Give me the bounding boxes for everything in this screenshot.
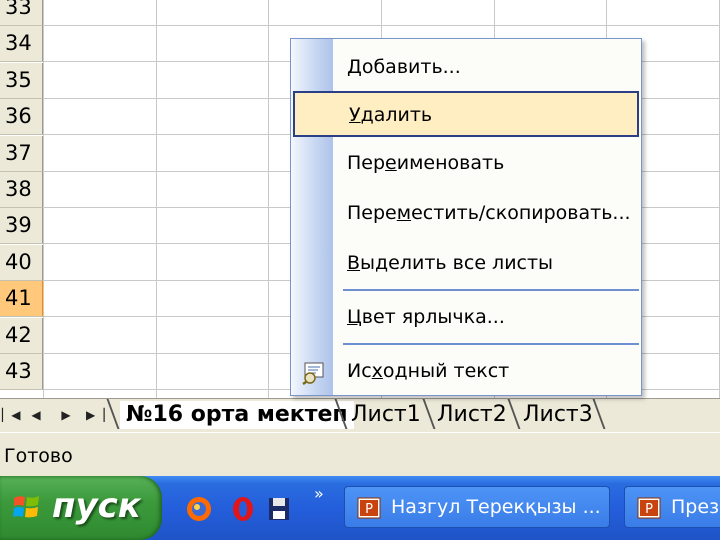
powerpoint-icon: P: [637, 497, 661, 519]
menu-item-add[interactable]: Добавить...: [293, 45, 639, 91]
row-header[interactable]: 41: [0, 281, 43, 318]
row-header[interactable]: 36: [0, 99, 43, 136]
save-disk-icon[interactable]: [266, 496, 292, 522]
menu-item-label: Удалить: [349, 104, 433, 126]
menu-item-label: Переименовать: [347, 152, 505, 174]
menu-item-label: Цвет ярлычка...: [347, 306, 505, 328]
status-text: Готово: [4, 445, 73, 467]
menu-separator: [343, 343, 639, 345]
row-header[interactable]: 34: [0, 26, 43, 63]
prev-sheet-nav-icon[interactable]: ◀: [28, 405, 44, 425]
sheet-row[interactable]: 33: [0, 0, 720, 26]
quick-launch-chevron-icon[interactable]: »: [314, 484, 324, 503]
svg-text:P: P: [645, 502, 653, 517]
tab-sheet-3[interactable]: Лист3: [517, 401, 599, 429]
row-header[interactable]: 38: [0, 172, 43, 208]
view-code-icon: [302, 362, 324, 385]
firefox-icon[interactable]: [186, 496, 212, 522]
row-header[interactable]: 35: [0, 62, 43, 99]
menu-item-label: Исходный текст: [347, 360, 510, 382]
row-header[interactable]: 37: [0, 135, 43, 172]
row-header[interactable]: 42: [0, 317, 43, 354]
tab-sheet-1[interactable]: Лист1: [345, 401, 427, 429]
status-bar: Готово: [0, 432, 720, 476]
taskbar-button-1-label: Назгул Терекқызы ...: [391, 496, 601, 518]
powerpoint-icon: P: [357, 497, 381, 519]
tab-sheet-active[interactable]: №16 орта мектеп: [120, 401, 354, 429]
row-header[interactable]: 40: [0, 244, 43, 281]
menu-item-label: Добавить...: [347, 56, 461, 78]
menu-separator: [343, 289, 639, 291]
last-sheet-nav-icon[interactable]: ▶▕: [86, 405, 104, 425]
sheet-tab-bar: ▏◀ ◀ ▶ ▶▕ №16 орта мектеп Лист1 Лист2 Ли…: [0, 398, 720, 432]
start-button[interactable]: пуск: [0, 476, 162, 540]
menu-item-select-all-sheets[interactable]: Выделить все листы: [293, 241, 639, 287]
menu-item-label: Переместить/скопировать...: [347, 202, 631, 224]
taskbar-button-2-label: Презе: [671, 496, 720, 518]
start-label: пуск: [52, 486, 141, 526]
taskbar-button-1[interactable]: P Назгул Терекқызы ...: [344, 486, 610, 528]
taskbar-button-2[interactable]: P Презе: [624, 486, 720, 528]
row-header[interactable]: 43: [0, 354, 43, 390]
menu-item-tab-color[interactable]: Цвет ярлычка...: [293, 295, 639, 341]
menu-item-delete[interactable]: Удалить: [293, 91, 639, 137]
next-sheet-nav-icon[interactable]: ▶: [58, 405, 74, 425]
row-header[interactable]: 33: [0, 0, 43, 26]
taskbar: пуск » P Назгул Терекқызы ... P Презе: [0, 476, 720, 540]
first-sheet-nav-icon[interactable]: ▏◀: [2, 405, 20, 425]
opera-icon[interactable]: [230, 496, 256, 522]
row-header[interactable]: 39: [0, 208, 43, 245]
sheet-tab-context-menu: Добавить... Удалить Переименовать Переме…: [290, 38, 642, 396]
menu-item-label: Выделить все листы: [347, 252, 554, 274]
menu-item-move-copy[interactable]: Переместить/скопировать...: [293, 191, 639, 237]
menu-item-rename[interactable]: Переименовать: [293, 141, 639, 187]
tab-sheet-2[interactable]: Лист2: [431, 401, 513, 429]
windows-logo-icon: [13, 496, 39, 518]
menu-item-view-code[interactable]: Исходный текст: [293, 349, 639, 395]
svg-text:P: P: [365, 502, 373, 517]
